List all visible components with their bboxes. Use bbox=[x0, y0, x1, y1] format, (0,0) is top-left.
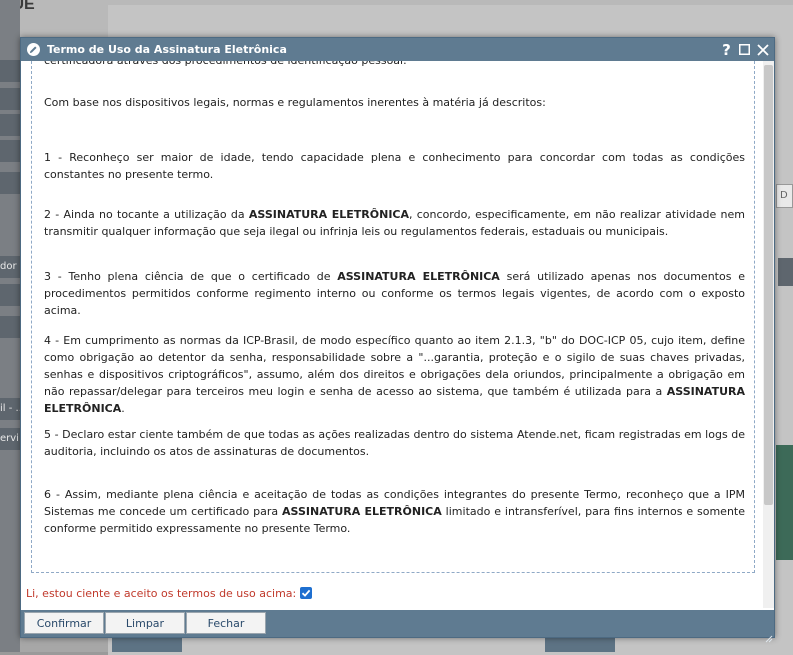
background-sidebar-tab bbox=[0, 316, 20, 338]
terms-text-run: . bbox=[121, 402, 125, 415]
terms-text-run: 3 - Tenho plena ciência de que o certifi… bbox=[44, 270, 338, 283]
terms-paragraph: 1 - Reconheço ser maior de idade, tendo … bbox=[44, 149, 745, 183]
close-icon[interactable] bbox=[754, 40, 771, 59]
terms-text-run: 1 - Reconheço ser maior de idade, tendo … bbox=[44, 151, 745, 181]
help-icon[interactable]: ? bbox=[718, 40, 735, 59]
background-card bbox=[776, 445, 793, 560]
background-bar bbox=[778, 258, 793, 286]
clear-button[interactable]: Limpar bbox=[105, 612, 185, 634]
terms-dialog: Termo de Uso da Assinatura Eletrônica ? … bbox=[20, 37, 775, 643]
terms-scroll-area[interactable]: certificadora através dos procedimentos … bbox=[21, 61, 774, 581]
background-input: D bbox=[776, 184, 793, 208]
accept-terms-row: Li, estou ciente e aceito os termos de u… bbox=[26, 585, 313, 601]
resize-grip-icon[interactable] bbox=[765, 628, 773, 643]
background-sidebar-tab: il - .. bbox=[0, 398, 20, 420]
accept-terms-checkbox[interactable] bbox=[300, 587, 313, 599]
terms-emphasis: ASSINATURA ELETRÔNICA bbox=[282, 505, 442, 518]
terms-paragraph: 2 - Ainda no tocante a utilização da ASS… bbox=[44, 206, 745, 240]
background-sidebar-tab: dor bbox=[0, 256, 20, 278]
background-sidebar-tab bbox=[0, 114, 20, 136]
accept-terms-label: Li, estou ciente e aceito os termos de u… bbox=[26, 586, 297, 600]
background-sidebar-tab bbox=[0, 140, 20, 162]
terms-emphasis: ASSINATURA ELETRÔNICA bbox=[248, 208, 409, 221]
terms-paragraph: 6 - Assim, mediante plena ciência e acei… bbox=[44, 486, 745, 537]
background-sidebar-tab bbox=[0, 172, 20, 194]
terms-text-run: 2 - Ainda no tocante a utilização da bbox=[44, 208, 249, 221]
terms-paragraph: 3 - Tenho plena ciência de que o certifi… bbox=[44, 268, 745, 319]
maximize-icon[interactable] bbox=[736, 40, 753, 59]
terms-box: certificadora através dos procedimentos … bbox=[31, 61, 755, 573]
terms-paragraph: Com base nos dispositivos legais, normas… bbox=[44, 94, 745, 111]
background-sidebar: dor il - .. ervi.. bbox=[0, 0, 20, 652]
background-sidebar-tab: ervi.. bbox=[0, 428, 20, 450]
confirm-button[interactable]: Confirmar bbox=[24, 612, 104, 634]
terms-text-run: Com base nos dispositivos legais, normas… bbox=[44, 96, 546, 109]
dialog-footer: Confirmar Limpar Fechar bbox=[21, 610, 774, 643]
background-sidebar-tab bbox=[0, 60, 20, 82]
terms-emphasis: ASSINATURA ELETRÔNICA bbox=[337, 270, 500, 283]
terms-paragraph: certificadora através dos procedimentos … bbox=[44, 61, 745, 69]
dialog-titlebar[interactable]: Termo de Uso da Assinatura Eletrônica ? bbox=[21, 38, 774, 61]
terms-text-run: certificadora através dos procedimentos … bbox=[44, 61, 407, 67]
terms-paragraph: 5 - Declaro estar ciente também de que t… bbox=[44, 426, 745, 460]
pencil-icon bbox=[27, 43, 40, 56]
background-sidebar-tab bbox=[0, 88, 20, 110]
dialog-title: Termo de Uso da Assinatura Eletrônica bbox=[47, 43, 287, 56]
terms-paragraph: 4 - Em cumprimento as normas da ICP-Bras… bbox=[44, 332, 745, 417]
vertical-scrollbar[interactable] bbox=[763, 61, 774, 608]
close-button[interactable]: Fechar bbox=[186, 612, 266, 634]
background-sidebar-tab bbox=[0, 284, 20, 306]
terms-text-run: 5 - Declaro estar ciente também de que t… bbox=[44, 428, 745, 458]
scrollbar-thumb[interactable] bbox=[764, 65, 773, 505]
terms-text-run: 4 - Em cumprimento as normas da ICP-Bras… bbox=[44, 334, 745, 398]
